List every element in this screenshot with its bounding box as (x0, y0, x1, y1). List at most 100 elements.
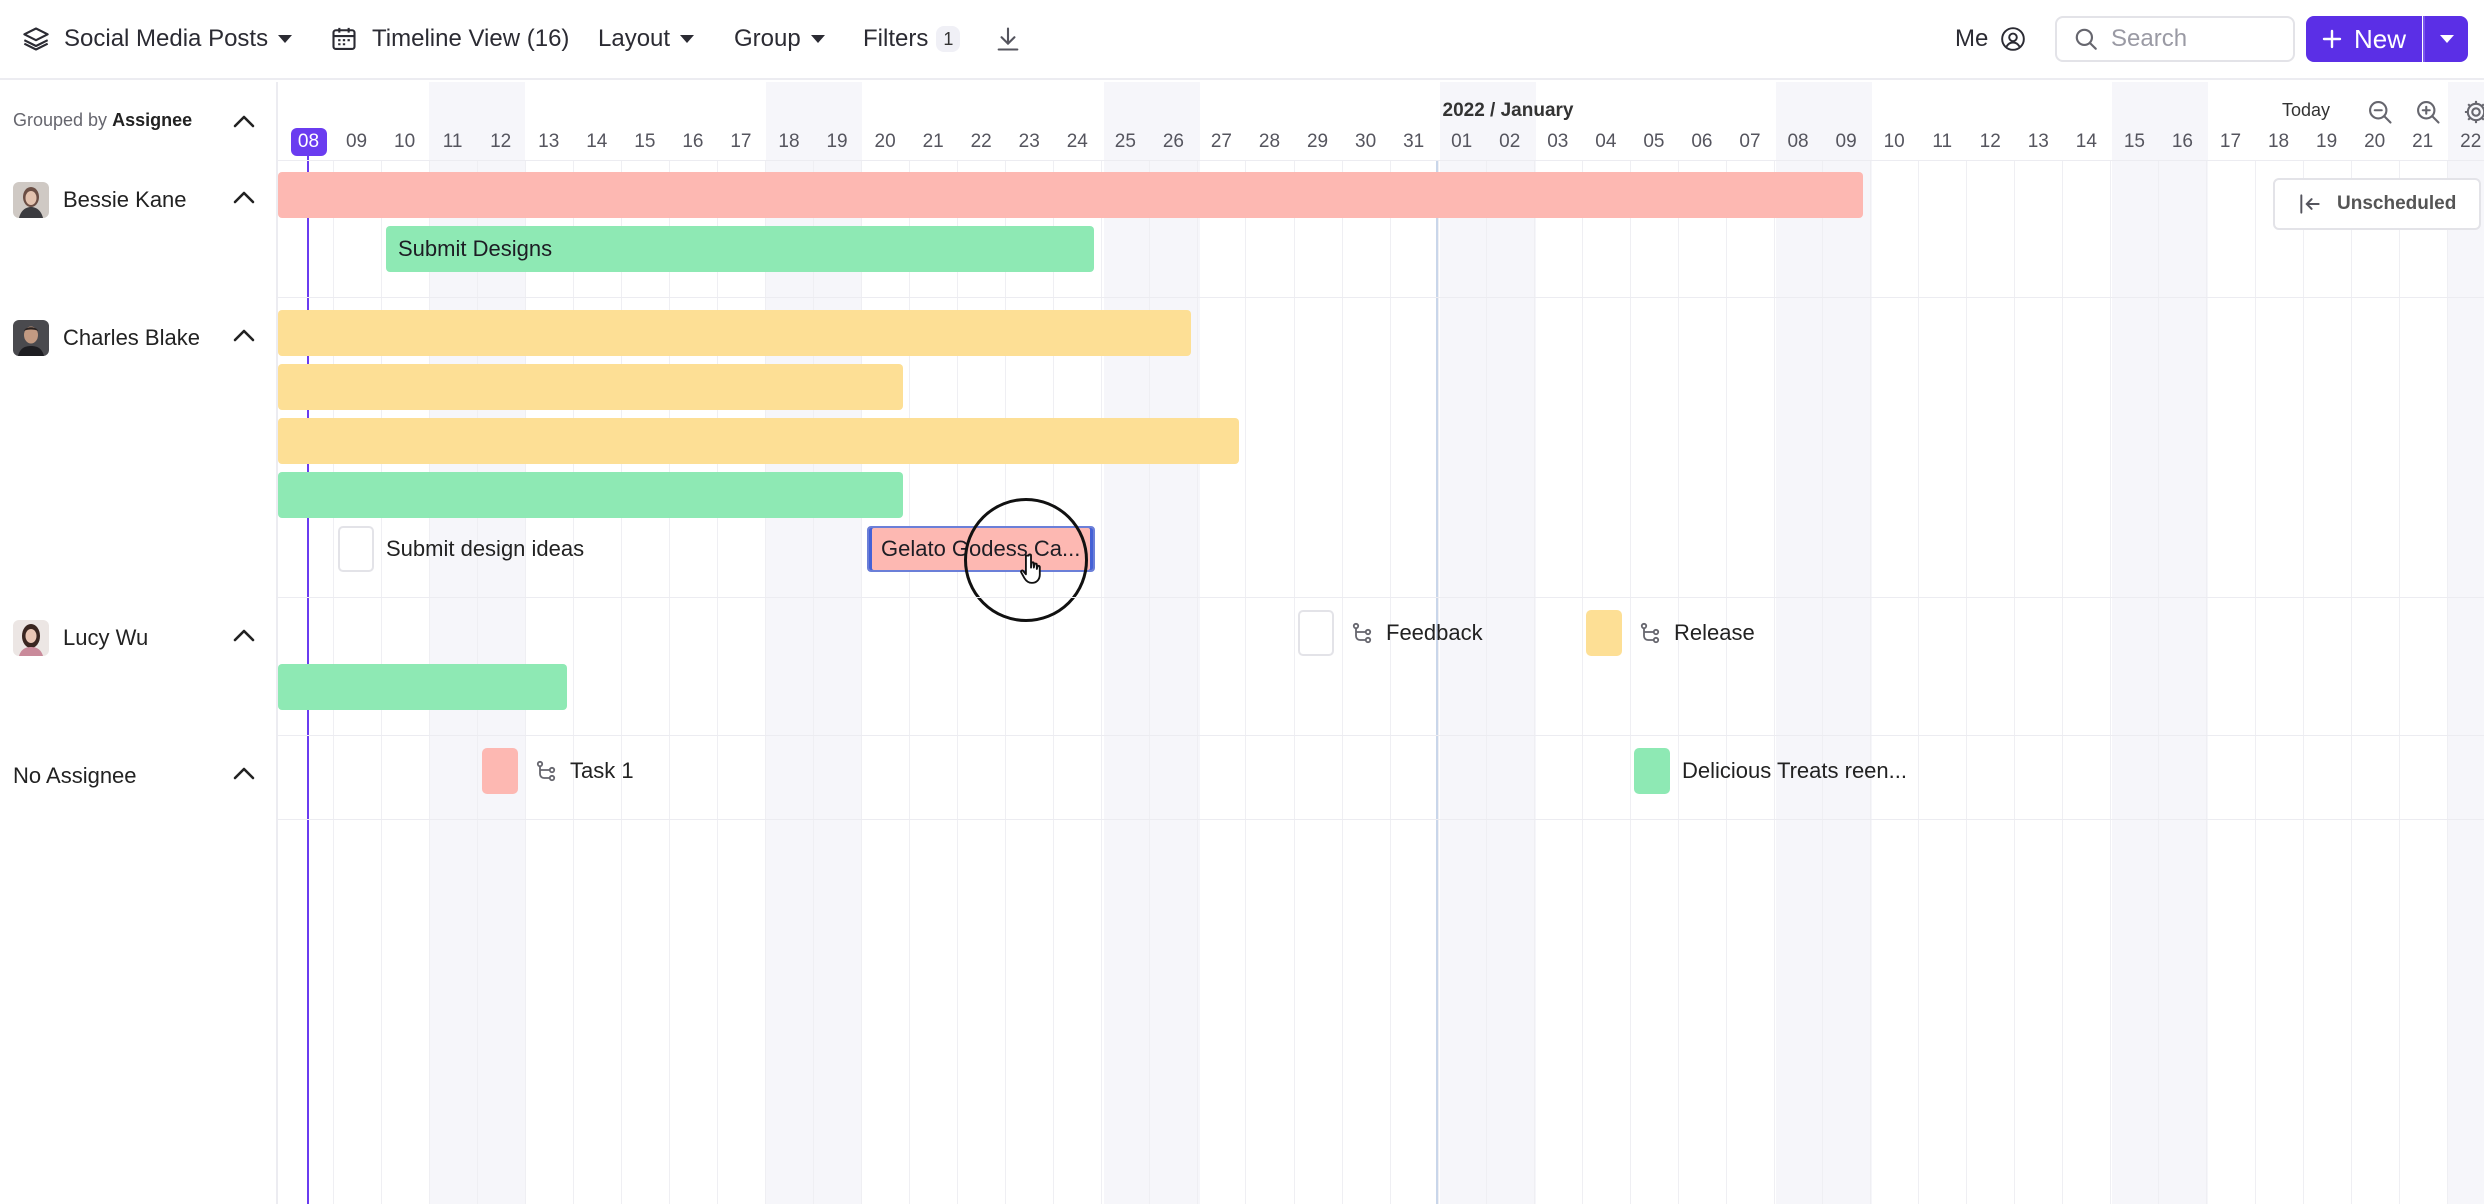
task-submit-design-ideas[interactable]: Submit design ideas (386, 526, 584, 572)
weekend-column (2448, 82, 2484, 1204)
row-divider (0, 735, 2484, 736)
group-lucy-wu[interactable]: Lucy Wu (13, 620, 148, 656)
day-gridline (2350, 160, 2352, 1204)
search-box[interactable] (2055, 16, 2295, 62)
day-label: 22 (970, 131, 992, 152)
unscheduled-label: Unscheduled (2337, 193, 2457, 214)
group-label: Group (734, 25, 801, 52)
layout-label: Layout (598, 25, 671, 52)
day-label: 23 (1018, 131, 1040, 152)
row-divider (0, 597, 2484, 598)
collapse-group-button[interactable] (229, 182, 259, 212)
chevron-up-icon (233, 115, 255, 128)
month-label: 2022 / January (1442, 100, 1574, 121)
unscheduled-button[interactable]: Unscheduled (2273, 178, 2481, 230)
collapse-all-button[interactable] (229, 106, 259, 136)
layout-menu[interactable]: Layout (598, 0, 695, 78)
grouped-by-label[interactable]: Grouped by Assignee (13, 110, 192, 131)
task-delicious-treats[interactable]: Delicious Treats reen... (1682, 748, 1907, 794)
chevron-up-icon (233, 629, 255, 642)
chevron-up-icon (233, 329, 255, 342)
day-gridline (2254, 160, 2256, 1204)
group-bessie-kane[interactable]: Bessie Kane (13, 182, 187, 218)
search-input[interactable] (2111, 25, 2281, 53)
download-button[interactable] (994, 0, 1022, 78)
chevron-down-icon (2439, 35, 2454, 43)
row-divider (0, 819, 2484, 820)
day-gridline (1293, 160, 1295, 1204)
group-sidebar: Grouped by Assignee Bessie Kane Charles … (0, 82, 278, 1204)
day-label: 10 (1883, 131, 1905, 152)
today-button[interactable]: Today (2282, 100, 2330, 121)
task-chip[interactable] (482, 748, 518, 794)
task-bar[interactable] (278, 364, 903, 410)
day-gridline (2014, 160, 2016, 1204)
filters-button[interactable]: Filters 1 (863, 0, 961, 78)
me-filter[interactable]: Me (1955, 0, 2026, 78)
view-label: Timeline View (16) (372, 25, 570, 52)
collapse-group-button[interactable] (229, 620, 259, 650)
day-label: 27 (1210, 131, 1232, 152)
plus-icon (2322, 29, 2342, 49)
task-task-1[interactable]: Task 1 (534, 748, 634, 794)
task-title: Submit design ideas (386, 536, 585, 561)
task-title: Feedback (1386, 620, 1483, 645)
task-bar[interactable] (278, 418, 1239, 464)
day-label: 14 (2075, 131, 2097, 152)
new-dropdown-button[interactable] (2423, 16, 2468, 62)
day-gridline (1581, 160, 1583, 1204)
day-gridline (1870, 160, 1872, 1204)
zoom-out-icon[interactable] (2366, 98, 2394, 126)
task-bar[interactable] (278, 664, 567, 710)
database-switcher[interactable]: Social Media Posts (22, 0, 293, 78)
weekend-column (1104, 82, 1200, 1204)
new-button[interactable]: New (2306, 16, 2422, 62)
arrow-left-bar-icon (2300, 194, 2320, 214)
group-no-assignee[interactable]: No Assignee (13, 758, 137, 794)
avatar (13, 182, 49, 218)
collapse-group-button[interactable] (229, 758, 259, 788)
day-label: 24 (1066, 131, 1088, 152)
view-switcher[interactable]: Timeline View (16) (330, 0, 569, 78)
day-gridline (1822, 160, 1824, 1204)
grouped-by-field: Assignee (112, 110, 193, 130)
task-bar-submit-designs[interactable]: Submit Designs (386, 226, 1094, 272)
day-label: 20 (874, 131, 896, 152)
task-feedback[interactable]: Feedback (1350, 610, 1483, 656)
day-gridline (1533, 160, 1535, 1204)
day-gridline (1774, 160, 1776, 1204)
day-gridline (2302, 160, 2304, 1204)
day-label: 10 (394, 131, 416, 152)
task-bar[interactable] (278, 172, 1863, 218)
zoom-in-icon[interactable] (2414, 98, 2442, 126)
collapse-group-button[interactable] (229, 320, 259, 350)
group-charles-blake[interactable]: Charles Blake (13, 320, 200, 356)
day-label: 20 (2364, 131, 2386, 152)
day-label: 16 (682, 131, 704, 152)
task-bar[interactable] (278, 310, 1191, 356)
day-label: 09 (1835, 131, 1857, 152)
group-menu[interactable]: Group (734, 0, 825, 78)
task-chip[interactable] (1298, 610, 1334, 656)
timeline-grid: 2022 / January 08 09 10 11 12 13 14 15 16 17 18 19 2… (278, 82, 2484, 1204)
settings-gear-icon[interactable] (2462, 98, 2484, 126)
task-chip[interactable] (338, 526, 374, 572)
filters-label: Filters (863, 25, 929, 52)
chevron-down-icon (278, 35, 293, 43)
day-gridline (1918, 160, 1920, 1204)
day-gridline (1341, 160, 1343, 1204)
day-label: 12 (490, 131, 512, 152)
day-gridline (2206, 160, 2208, 1204)
day-label: 22 (2460, 131, 2482, 152)
calendar-icon (332, 27, 356, 50)
new-label: New (2354, 23, 2407, 54)
task-chip[interactable] (1634, 748, 1670, 794)
top-toolbar: Social Media Posts Timeline View (16) La… (0, 0, 2484, 80)
day-label: 02 (1499, 131, 1521, 152)
day-label: 26 (1162, 131, 1184, 152)
task-bar[interactable] (278, 472, 903, 518)
day-label: 17 (730, 131, 752, 152)
task-chip[interactable] (1586, 610, 1622, 656)
task-release[interactable]: Release (1638, 610, 1755, 656)
day-label: 18 (778, 131, 800, 152)
